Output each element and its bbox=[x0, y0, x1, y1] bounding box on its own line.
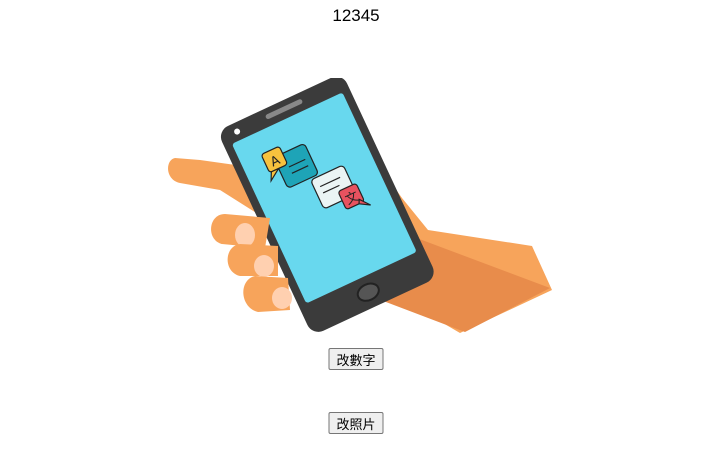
change-photo-button[interactable]: 改照片 bbox=[328, 412, 384, 434]
phone-in-hand-image: A 文 bbox=[168, 78, 552, 333]
number-display: 12345 bbox=[332, 6, 380, 25]
change-number-button[interactable]: 改數字 bbox=[328, 348, 384, 370]
